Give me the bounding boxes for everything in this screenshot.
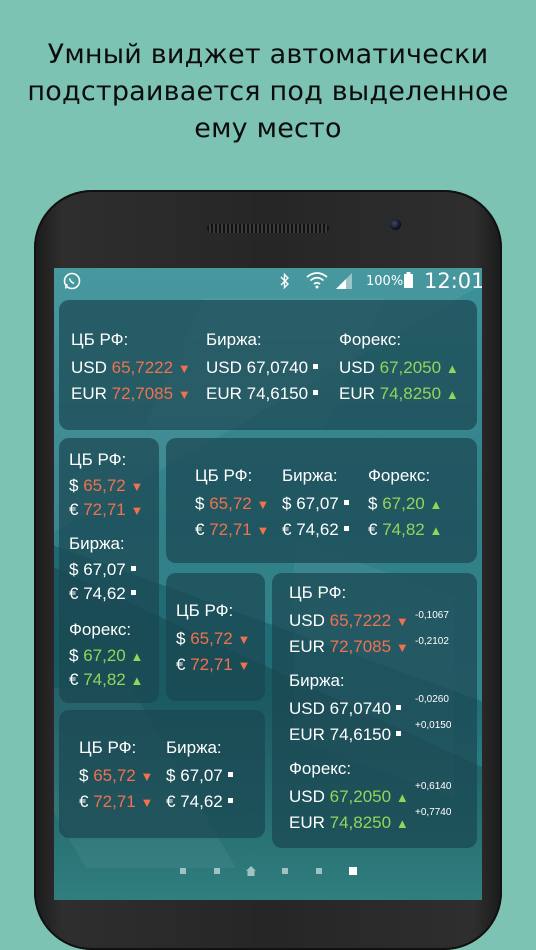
widget-forex-eur: € 74,82 ▲ [69, 670, 144, 689]
widget-forex-label: Форекс: [368, 466, 431, 485]
widget-birzha-eur: EUR 74,6150 [289, 725, 402, 745]
pager-dot[interactable] [316, 868, 322, 874]
pager-dot-active[interactable] [349, 867, 357, 875]
widget-birzha-label: Биржа: [289, 671, 345, 690]
widget-cb-eur: EUR 72,7085 ▼ [289, 637, 409, 656]
widget-wide-short[interactable]: ЦБ РФ: $ 65,72 ▼ € 72,71 ▼ Биржа: $ 67,0… [166, 438, 477, 563]
widget-cb-label: ЦБ РФ: [69, 450, 127, 469]
widget-cb-label: ЦБ РФ: [289, 583, 347, 602]
arrow-down-icon: ▼ [177, 387, 191, 402]
widget-forex-eur: EUR 74,8250 ▲ [339, 384, 459, 403]
widget-cb-label: ЦБ РФ: [79, 738, 137, 757]
widget-birzha-usd: USD 67,0740 [206, 358, 319, 378]
pager-dot[interactable] [282, 868, 288, 874]
delta-birzha-eur: +0,0150 [415, 720, 452, 731]
earpiece-speaker [207, 224, 329, 233]
widget-cb-eur: € 72,71 ▼ [176, 655, 251, 674]
widget-forex-usd: $ 67,20 ▲ [368, 494, 443, 513]
phone-screen: 100% 12:01 ЦБ РФ: USD 65,7222 ▼ EUR 72,7… [54, 268, 482, 900]
widget-birzha-label: Биржа: [206, 330, 262, 349]
widget-cb-usd: USD 65,7222 ▼ [289, 611, 409, 630]
widget-cb-usd: $ 65,72 ▼ [69, 476, 144, 495]
unchanged-square-icon [313, 390, 319, 396]
battery-percent: 100% [366, 274, 404, 289]
front-camera [390, 219, 401, 230]
widget-birzha-eur: € 74,62 [166, 792, 233, 812]
widget-birzha-eur: EUR 74,6150 [206, 384, 319, 404]
widget-cb-birzha[interactable]: ЦБ РФ: $ 65,72 ▼ € 72,71 ▼ Биржа: $ 67,0… [59, 710, 265, 838]
widget-cb-label: ЦБ РФ: [71, 330, 129, 349]
widget-cb-eur: € 72,71 ▼ [79, 792, 154, 811]
widget-wide-full[interactable]: ЦБ РФ: USD 65,7222 ▼ EUR 72,7085 ▼ Биржа… [59, 300, 477, 430]
pager-dot[interactable] [214, 868, 220, 874]
widget-forex-usd: USD 67,2050 ▲ [289, 787, 409, 806]
arrow-up-icon: ▲ [445, 361, 459, 376]
widget-cb-label: ЦБ РФ: [176, 601, 234, 620]
delta-forex-eur: +0,7740 [415, 807, 452, 818]
widget-birzha-eur: € 74,62 [282, 520, 349, 540]
widget-forex-eur: EUR 74,8250 ▲ [289, 813, 409, 832]
pager-dot[interactable] [180, 868, 186, 874]
home-pager [54, 864, 482, 878]
widget-cb-eur: EUR 72,7085 ▼ [71, 384, 191, 403]
widget-birzha-label: Биржа: [282, 466, 338, 485]
battery-icon [404, 272, 413, 288]
headline-line-2: подстраивается под выделенное [27, 76, 509, 107]
widget-cb-label: ЦБ РФ: [195, 466, 253, 485]
widget-cb-eur: € 72,71 ▼ [195, 520, 270, 539]
arrow-down-icon: ▼ [177, 361, 191, 376]
arrow-up-icon: ▲ [445, 387, 459, 402]
widget-cb-usd: $ 65,72 ▼ [195, 494, 270, 513]
widget-forex-label: Форекс: [339, 330, 402, 349]
widget-tall-deltas[interactable]: ЦБ РФ: USD 65,7222 ▼ -0,1067 EUR 72,7085… [272, 573, 477, 848]
widget-forex-eur: € 74,82 ▲ [368, 520, 443, 539]
widget-birzha-usd: $ 67,07 [166, 766, 233, 786]
widget-cb-eur: € 72,71 ▼ [69, 500, 144, 519]
headline-line-1: Умный виджет автоматически [47, 39, 489, 70]
widget-birzha-label: Биржа: [69, 534, 125, 553]
whatsapp-icon [63, 272, 81, 290]
delta-cb-usd: -0,1067 [415, 610, 449, 621]
widget-forex-usd: $ 67,20 ▲ [69, 646, 144, 665]
widget-birzha-usd: $ 67,07 [282, 494, 349, 514]
unchanged-square-icon [313, 364, 319, 370]
widget-birzha-usd: $ 67,07 [69, 560, 136, 580]
widget-cb-usd: USD 65,7222 ▼ [71, 358, 191, 377]
home-icon[interactable] [246, 866, 256, 876]
bluetooth-icon [280, 272, 289, 290]
widget-birzha-eur: € 74,62 [69, 584, 136, 604]
delta-birzha-usd: -0,0260 [415, 694, 449, 705]
widget-birzha-label: Биржа: [166, 738, 222, 757]
delta-forex-usd: +0,6140 [415, 781, 452, 792]
widget-forex-label: Форекс: [69, 620, 132, 639]
widget-forex-label: Форекс: [289, 759, 352, 778]
headline: Умный виджет автоматически подстраиваетс… [0, 36, 536, 147]
signal-icon [336, 273, 352, 289]
widget-cb-usd: $ 65,72 ▼ [79, 766, 154, 785]
status-bar: 100% 12:01 [54, 268, 482, 294]
widget-tall-narrow[interactable]: ЦБ РФ: $ 65,72 ▼ € 72,71 ▼ Биржа: $ 67,0… [59, 438, 159, 703]
widget-small-cb[interactable]: ЦБ РФ: $ 65,72 ▼ € 72,71 ▼ [166, 573, 265, 701]
widget-cb-usd: $ 65,72 ▼ [176, 629, 251, 648]
widget-birzha-usd: USD 67,0740 [289, 699, 402, 719]
widget-forex-usd: USD 67,2050 ▲ [339, 358, 459, 377]
wifi-icon [306, 272, 328, 289]
headline-line-3: ему место [194, 113, 342, 144]
status-clock: 12:01 [424, 269, 482, 293]
delta-cb-eur: -0,2102 [415, 636, 449, 647]
